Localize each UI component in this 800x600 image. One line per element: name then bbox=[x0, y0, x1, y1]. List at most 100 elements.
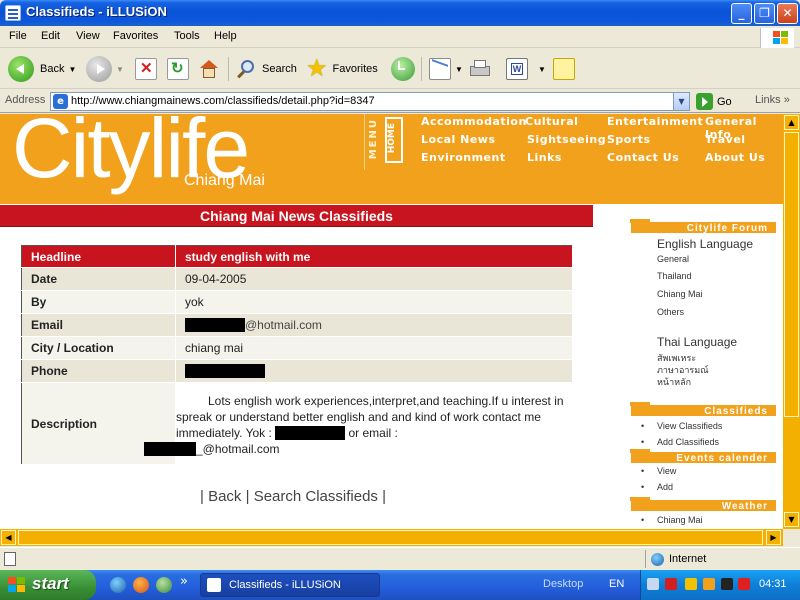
description-email-domain: _@hotmail.com bbox=[196, 441, 280, 456]
nav-about-us[interactable]: About Us bbox=[705, 151, 765, 164]
vertical-scroll-thumb[interactable] bbox=[784, 132, 799, 417]
tray-alert-icon[interactable] bbox=[738, 578, 750, 590]
phone-value bbox=[175, 359, 573, 383]
phone-label: Phone bbox=[21, 359, 176, 383]
quicklaunch-firefox-icon[interactable] bbox=[133, 577, 149, 593]
print-button[interactable] bbox=[469, 55, 491, 83]
nav-cultural[interactable]: Cultural bbox=[525, 115, 578, 128]
menu-edit[interactable]: Edit bbox=[41, 30, 60, 42]
date-value: 09-04-2005 bbox=[175, 267, 573, 291]
internet-zone-icon bbox=[651, 553, 664, 566]
nav-local-news[interactable]: Local News bbox=[421, 133, 496, 146]
window-titlebar[interactable]: Classifieds - iLLUSiON _ ❐ ✕ bbox=[0, 0, 800, 26]
scroll-right-icon[interactable]: ▶ bbox=[766, 530, 781, 545]
sidebar-classifieds-heading: Classifieds bbox=[630, 402, 776, 417]
favorites-button[interactable]: ★ Favorites bbox=[306, 55, 378, 83]
nav-entertainment[interactable]: Entertainment bbox=[607, 115, 703, 128]
sidebar-item-thailand[interactable]: Thailand bbox=[657, 271, 692, 281]
sidebar-add-classifieds-label: Add Classifieds bbox=[657, 437, 720, 447]
mail-button[interactable]: ▼ bbox=[429, 55, 463, 83]
menu-view[interactable]: View bbox=[76, 30, 100, 42]
status-divider bbox=[645, 550, 646, 568]
sidebar-events-add[interactable]: Add bbox=[641, 482, 673, 492]
menu-tools[interactable]: Tools bbox=[174, 30, 200, 42]
horizontal-scroll-thumb[interactable] bbox=[18, 530, 763, 545]
sidebar-item-general[interactable]: General bbox=[657, 254, 689, 264]
go-button[interactable]: Go bbox=[696, 93, 732, 110]
tray-app-icon[interactable] bbox=[665, 578, 677, 590]
stop-button[interactable]: ✕ bbox=[135, 55, 157, 83]
quicklaunch-app-icon[interactable] bbox=[156, 577, 172, 593]
go-arrow-icon bbox=[696, 93, 713, 110]
messenger-button[interactable] bbox=[553, 55, 575, 83]
taskbar-window-button[interactable]: Classifieds - iLLUSiON bbox=[200, 573, 380, 597]
back-arrow-icon bbox=[8, 56, 34, 82]
favorites-label: Favorites bbox=[332, 63, 378, 75]
forward-button[interactable]: ▼ bbox=[86, 55, 124, 83]
edit-dropdown-icon[interactable]: ▼ bbox=[538, 65, 546, 74]
start-button[interactable]: start bbox=[0, 570, 96, 600]
tray-security-icon[interactable] bbox=[703, 578, 715, 590]
sidebar-item-others[interactable]: Others bbox=[657, 307, 684, 317]
menu-help[interactable]: Help bbox=[214, 30, 237, 42]
scroll-left-icon[interactable]: ◀ bbox=[1, 530, 16, 545]
history-button[interactable] bbox=[391, 55, 415, 83]
home-button[interactable] bbox=[198, 55, 220, 83]
sidebar-add-classifieds[interactable]: Add Classifieds bbox=[641, 437, 720, 447]
back-button[interactable]: Back ▼ bbox=[8, 55, 76, 83]
nav-sports[interactable]: Sports bbox=[607, 133, 651, 146]
nav-accommodation[interactable]: Accommodation bbox=[421, 115, 527, 128]
address-url[interactable]: http://www.chiangmainews.com/classifieds… bbox=[71, 95, 375, 107]
nav-contact-us[interactable]: Contact Us bbox=[607, 151, 679, 164]
back-dropdown-icon[interactable]: ▼ bbox=[68, 65, 76, 74]
quicklaunch-more-icon[interactable]: » bbox=[180, 574, 188, 589]
table-row: City / Location chiang mai bbox=[21, 336, 573, 360]
sidebar-view-classifieds[interactable]: View Classifieds bbox=[641, 421, 722, 431]
links-button[interactable]: Links » bbox=[755, 94, 790, 106]
menu-favorites[interactable]: Favorites bbox=[113, 30, 158, 42]
tray-network-icon[interactable] bbox=[647, 578, 659, 590]
menu-file[interactable]: File bbox=[9, 30, 27, 42]
windows-flag-icon bbox=[8, 577, 26, 593]
search-classifieds-link[interactable]: Search Classifieds bbox=[254, 488, 378, 505]
desktop-toolbar-label[interactable]: Desktop bbox=[543, 578, 583, 590]
sidebar-item-chiang-mai[interactable]: Chiang Mai bbox=[657, 289, 703, 299]
nav-sightseeing[interactable]: Sightseeing bbox=[527, 133, 606, 146]
address-dropdown-icon[interactable]: ▼ bbox=[673, 93, 689, 110]
headline-value: study english with me bbox=[175, 245, 573, 268]
nav-home-button[interactable]: HOME bbox=[385, 117, 403, 163]
address-label: Address bbox=[5, 94, 46, 106]
vertical-scrollbar[interactable]: ▲ ▼ bbox=[783, 114, 800, 529]
quicklaunch-ie-icon[interactable] bbox=[110, 577, 126, 593]
table-row: Description Lots english work experience… bbox=[21, 382, 573, 465]
back-link[interactable]: Back bbox=[208, 488, 241, 505]
sidebar-events-view[interactable]: View bbox=[641, 466, 676, 476]
address-bar: Address e http://www.chiangmainews.com/c… bbox=[0, 90, 800, 113]
minimize-button[interactable]: _ bbox=[731, 3, 752, 24]
close-button[interactable]: ✕ bbox=[777, 3, 798, 24]
nav-travel[interactable]: Travel bbox=[705, 133, 746, 146]
sidebar-item-thai-3[interactable]: หน้าหลัก bbox=[657, 375, 691, 389]
address-input[interactable]: e http://www.chiangmainews.com/classifie… bbox=[50, 92, 690, 111]
table-row: By yok bbox=[21, 290, 573, 314]
tray-shield-icon[interactable] bbox=[685, 578, 697, 590]
edit-button[interactable]: W ▼ bbox=[506, 55, 546, 83]
classifieds-banner: Chiang Mai News Classifieds bbox=[0, 205, 593, 227]
search-button[interactable]: Search bbox=[235, 55, 297, 83]
forward-arrow-icon bbox=[86, 56, 112, 82]
scroll-down-icon[interactable]: ▼ bbox=[784, 512, 799, 527]
taskbar-window-title: Classifieds - iLLUSiON bbox=[229, 579, 341, 591]
mail-dropdown-icon[interactable]: ▼ bbox=[455, 65, 463, 74]
language-indicator[interactable]: EN bbox=[609, 578, 624, 590]
horizontal-scrollbar[interactable]: ◀ ▶ bbox=[0, 529, 783, 546]
sidebar-weather-chiang-mai[interactable]: Chiang Mai bbox=[641, 515, 703, 525]
refresh-button[interactable]: ↻ bbox=[167, 55, 189, 83]
tray-monitor-icon[interactable] bbox=[721, 578, 733, 590]
scroll-up-icon[interactable]: ▲ bbox=[784, 115, 799, 130]
nav-environment[interactable]: Environment bbox=[421, 151, 506, 164]
email-value: @hotmail.com bbox=[175, 313, 573, 337]
nav-links[interactable]: Links bbox=[527, 151, 562, 164]
maximize-button[interactable]: ❐ bbox=[754, 3, 775, 24]
sidebar-weather-chiang-mai-label: Chiang Mai bbox=[657, 515, 703, 525]
forward-dropdown-icon[interactable]: ▼ bbox=[116, 65, 124, 74]
